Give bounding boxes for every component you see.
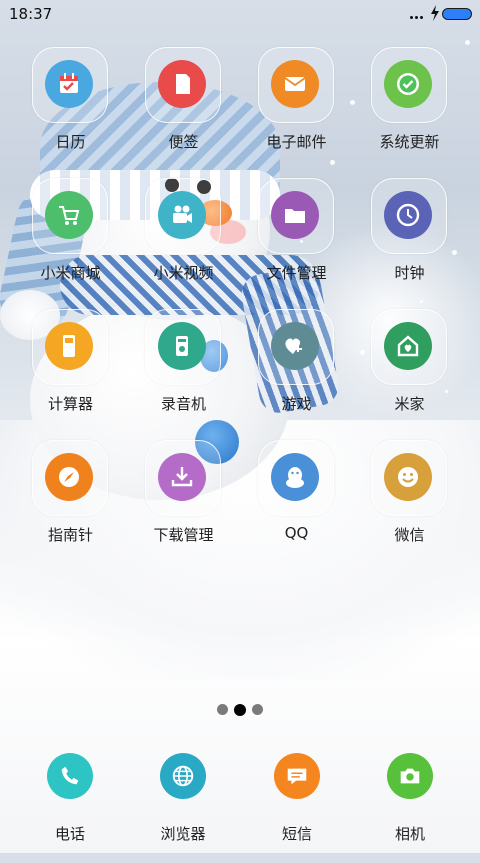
app-label: 便签 xyxy=(168,133,199,151)
charging-bolt-icon xyxy=(431,5,439,21)
recorder-icon xyxy=(158,322,206,370)
app-update-check[interactable]: 系统更新 xyxy=(353,47,466,167)
video-camera-icon xyxy=(158,191,206,239)
app-tile[interactable] xyxy=(258,178,334,254)
app-label: 日历 xyxy=(55,133,86,151)
dock-app-globe[interactable]: 浏览器 xyxy=(123,753,243,863)
calculator-icon xyxy=(45,322,93,370)
app-calculator[interactable]: 计算器 xyxy=(14,309,127,429)
app-smile[interactable]: 微信 xyxy=(353,440,466,560)
message-icon[interactable] xyxy=(274,753,320,799)
app-folder[interactable]: 文件管理 xyxy=(240,178,353,298)
app-tile[interactable] xyxy=(258,309,334,385)
app-label: 游戏 xyxy=(281,395,312,413)
page-dot[interactable] xyxy=(217,704,228,715)
app-tile[interactable] xyxy=(371,178,447,254)
app-mail[interactable]: 电子邮件 xyxy=(240,47,353,167)
app-video-camera[interactable]: 小米视频 xyxy=(127,178,240,298)
app-game-heart[interactable]: 游戏 xyxy=(240,309,353,429)
globe-icon[interactable] xyxy=(160,753,206,799)
dock-app-phone[interactable]: 电话 xyxy=(10,753,130,863)
app-qq-penguin[interactable]: QQ xyxy=(240,440,353,560)
page-dot[interactable] xyxy=(252,704,263,715)
compass-icon xyxy=(45,453,93,501)
app-tile[interactable] xyxy=(145,309,221,385)
cart-icon xyxy=(45,191,93,239)
app-tile[interactable] xyxy=(32,440,108,516)
folder-icon xyxy=(271,191,319,239)
app-calendar[interactable]: 日历 xyxy=(14,47,127,167)
app-label: 文件管理 xyxy=(266,264,327,282)
page-indicator[interactable] xyxy=(0,699,480,718)
dock-label: 浏览器 xyxy=(160,825,206,843)
game-heart-icon xyxy=(271,322,319,370)
app-label: 微信 xyxy=(394,526,425,544)
app-tile[interactable] xyxy=(258,47,334,123)
dock-app-camera[interactable]: 相机 xyxy=(350,753,470,863)
dock-app-message[interactable]: 短信 xyxy=(237,753,357,863)
dock-label: 短信 xyxy=(281,825,312,843)
battery-icon xyxy=(442,8,472,20)
clock-icon xyxy=(384,191,432,239)
app-recorder[interactable]: 录音机 xyxy=(127,309,240,429)
camera-icon[interactable] xyxy=(387,753,433,799)
app-label: 指南针 xyxy=(47,526,93,544)
app-tile[interactable] xyxy=(371,309,447,385)
app-label: 计算器 xyxy=(47,395,93,413)
app-label: 系统更新 xyxy=(379,133,440,151)
update-check-icon xyxy=(384,60,432,108)
phone-icon[interactable] xyxy=(47,753,93,799)
app-tile[interactable] xyxy=(145,178,221,254)
app-label: 米家 xyxy=(394,395,425,413)
app-tile[interactable] xyxy=(32,178,108,254)
app-label: 录音机 xyxy=(160,395,206,413)
app-tile[interactable] xyxy=(371,47,447,123)
dock-label: 电话 xyxy=(54,825,85,843)
dock-label: 相机 xyxy=(394,825,425,843)
app-label: 小米视频 xyxy=(153,264,214,282)
app-tile[interactable] xyxy=(145,440,221,516)
app-clock[interactable]: 时钟 xyxy=(353,178,466,298)
app-tile[interactable] xyxy=(145,47,221,123)
app-label: QQ xyxy=(284,524,309,542)
app-tile[interactable] xyxy=(32,309,108,385)
home-icon xyxy=(384,322,432,370)
smile-icon xyxy=(384,453,432,501)
app-tile[interactable] xyxy=(32,47,108,123)
app-note[interactable]: 便签 xyxy=(127,47,240,167)
app-label: 电子邮件 xyxy=(266,133,327,151)
note-icon xyxy=(158,60,206,108)
app-tile[interactable] xyxy=(258,440,334,516)
app-download[interactable]: 下载管理 xyxy=(127,440,240,560)
page-dot-active[interactable] xyxy=(234,703,246,716)
status-time: 18:37 xyxy=(9,5,53,23)
app-label: 小米商城 xyxy=(40,264,101,282)
download-icon xyxy=(158,453,206,501)
app-label: 下载管理 xyxy=(153,526,214,544)
calendar-icon xyxy=(45,60,93,108)
signal-dots-icon xyxy=(410,16,426,20)
qq-penguin-icon xyxy=(271,453,319,501)
app-label: 时钟 xyxy=(394,264,425,282)
app-cart[interactable]: 小米商城 xyxy=(14,178,127,298)
app-compass[interactable]: 指南针 xyxy=(14,440,127,560)
mail-icon xyxy=(271,60,319,108)
app-tile[interactable] xyxy=(371,440,447,516)
app-home[interactable]: 米家 xyxy=(353,309,466,429)
status-bar: 18:37 xyxy=(0,0,480,30)
